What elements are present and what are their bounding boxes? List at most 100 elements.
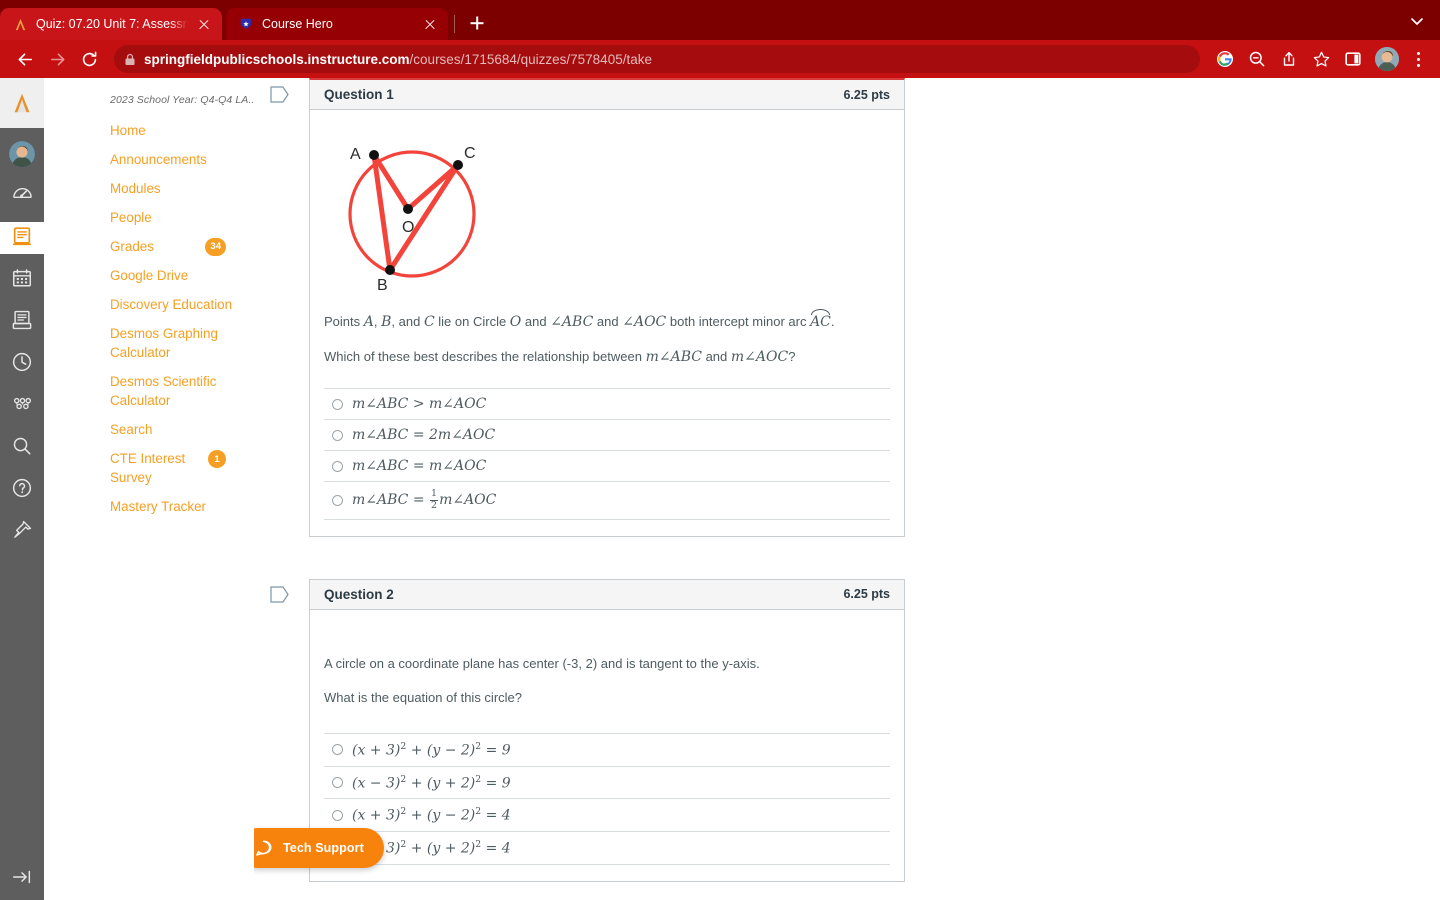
sidebar-item-label: Desmos Scientific Calculator	[110, 374, 217, 409]
rail-item-help[interactable]	[0, 474, 44, 506]
sidebar-item-people[interactable]: People	[44, 203, 254, 232]
avatar	[9, 141, 35, 167]
question-title: Question 2	[324, 586, 394, 602]
lock-icon	[124, 53, 136, 66]
tech-support-label: Tech Support	[283, 841, 364, 855]
question-1-answers: m∠ABC > m∠AOC m∠ABC = 2m∠AOC m∠ABC = m∠A…	[324, 388, 890, 520]
question-points: 6.25 pts	[843, 587, 890, 602]
sidebar-item-google-drive[interactable]: Google Drive	[44, 261, 254, 290]
sidebar-item-announcements[interactable]: Announcements	[44, 145, 254, 174]
sidebar-item-cte-interest-survey[interactable]: CTE Interest Survey 1	[44, 444, 254, 492]
rail-item-dashboard[interactable]	[0, 180, 44, 212]
sidebar-item-label: Grades	[110, 239, 154, 255]
kebab-menu-icon[interactable]	[1406, 44, 1430, 74]
rail-item-pinned[interactable]	[0, 516, 44, 548]
question-title: Question 1	[324, 87, 394, 102]
forward-icon[interactable]	[42, 44, 72, 74]
rail-collapse-button[interactable]	[0, 866, 44, 888]
sidebar-item-discovery-education[interactable]: Discovery Education	[44, 290, 254, 319]
radio-icon[interactable]	[332, 398, 343, 410]
sidebar-item-home[interactable]: Home	[44, 116, 254, 145]
sidebar-item-desmos-scientific-calculator[interactable]: Desmos Scientific Calculator	[44, 367, 254, 415]
status-badge: 1	[208, 450, 226, 469]
radio-icon[interactable]	[332, 495, 343, 506]
question-points: 6.25 pts	[843, 87, 890, 102]
rail-item-calendar[interactable]	[0, 264, 44, 296]
sidebar-item-search[interactable]: Search	[44, 415, 254, 444]
tech-support-button[interactable]: Tech Support	[254, 828, 384, 868]
close-icon[interactable]	[196, 16, 212, 32]
radio-icon[interactable]	[332, 809, 343, 821]
dashboard-gauge-icon	[11, 182, 34, 210]
answer-option[interactable]: m∠ABC = 1 2 m∠AOC	[324, 482, 890, 520]
sidebar-item-label: Modules	[110, 181, 161, 197]
reload-icon[interactable]	[74, 44, 104, 74]
question-2: Question 2 6.25 pts A circle on a coordi…	[270, 578, 905, 882]
url-path: /courses/1715684/quizzes/7578405/take	[409, 51, 652, 67]
course-navigation: 2023 School Year: Q4-Q4 LA... Home Annou…	[44, 78, 254, 900]
question-2-header: Question 2 6.25 pts	[310, 579, 904, 610]
question-2-body: A circle on a coordinate plane has cente…	[310, 610, 904, 881]
chevron-down-icon[interactable]	[1406, 10, 1428, 32]
sidebar-item-label: CTE Interest Survey	[110, 451, 186, 486]
bookmark-star-icon[interactable]	[1306, 44, 1336, 74]
sidebar-item-label: Search	[110, 422, 153, 438]
sidebar-item-desmos-graphing-calculator[interactable]: Desmos Graphing Calculator	[44, 319, 254, 367]
close-icon[interactable]	[422, 16, 438, 32]
browser-window: Quiz: 07.20 Unit 7: Assessment Course He…	[0, 0, 1440, 900]
browser-tab-course-hero[interactable]: Course Hero	[226, 8, 448, 40]
rail-item-courses[interactable]	[0, 222, 44, 254]
answer-text: (x − 3)2 + (y + 2)2 = 9	[352, 773, 511, 792]
flag-question-icon[interactable]	[270, 586, 290, 603]
toolbar-actions	[1210, 44, 1430, 74]
new-tab-button[interactable]	[463, 9, 491, 37]
back-icon[interactable]	[10, 44, 40, 74]
question-1-stem-line-2: Which of these best describes the relati…	[324, 348, 796, 365]
question-1-body: A C O B Points A, B, and C lie on Circle…	[310, 110, 904, 536]
chat-bubble-icon	[254, 838, 274, 859]
answer-option[interactable]: m∠ABC = m∠AOC	[324, 451, 890, 483]
rail-item-search[interactable]	[0, 432, 44, 464]
radio-icon[interactable]	[332, 429, 343, 441]
rail-item-canvas-logo[interactable]	[0, 78, 44, 128]
answer-option[interactable]: (x − 3)2 + (y + 2)2 = 9	[324, 767, 890, 800]
profile-avatar[interactable]	[1375, 47, 1399, 71]
course-name: 2023 School Year: Q4-Q4 LA...	[110, 94, 254, 106]
answer-option[interactable]: m∠ABC > m∠AOC	[324, 389, 890, 421]
sidebar-item-grades[interactable]: Grades 34	[44, 232, 254, 261]
answer-text: (x + 3)2 + (y − 2)2 = 4	[352, 806, 511, 824]
sidebar-item-mastery-tracker[interactable]: Mastery Tracker	[44, 492, 254, 521]
answer-option[interactable]: (x + 3)2 + (y − 2)2 = 9	[324, 734, 890, 767]
address-bar[interactable]: springfieldpublicschools.instructure.com…	[114, 45, 1200, 73]
status-badge: 34	[205, 238, 226, 257]
help-icon	[11, 477, 33, 504]
pin-icon	[11, 519, 33, 546]
answer-option[interactable]: (x − 3)2 + (y + 2)2 = 4	[324, 832, 890, 865]
sidebar-item-label: People	[110, 210, 152, 226]
svg-text:B: B	[377, 277, 388, 294]
answer-text: m∠ABC = 2m∠AOC	[352, 427, 496, 444]
browser-tab-quiz[interactable]: Quiz: 07.20 Unit 7: Assessment	[0, 8, 222, 40]
answer-option[interactable]: (x + 3)2 + (y − 2)2 = 4	[324, 799, 890, 832]
google-lens-icon[interactable]	[1210, 44, 1240, 74]
sidebar-item-label: Desmos Graphing Calculator	[110, 326, 218, 361]
rail-item-groups[interactable]	[0, 390, 44, 422]
radio-icon[interactable]	[332, 776, 343, 788]
question-1: Question 1 6.25 pts A C O B Points A, B,…	[270, 78, 905, 537]
flag-question-icon[interactable]	[270, 86, 290, 103]
sidebar-item-label: Discovery Education	[110, 297, 233, 313]
answer-option[interactable]: m∠ABC = 2m∠AOC	[324, 420, 890, 452]
rail-item-account[interactable]	[0, 138, 44, 170]
sidebar-item-label: Mastery Tracker	[110, 499, 206, 515]
radio-icon[interactable]	[332, 460, 343, 472]
side-panel-icon[interactable]	[1338, 44, 1368, 74]
tab-separator	[454, 15, 455, 33]
zoom-out-icon[interactable]	[1242, 44, 1272, 74]
rail-item-inbox[interactable]	[0, 306, 44, 338]
rail-item-history[interactable]	[0, 348, 44, 380]
sidebar-item-modules[interactable]: Modules	[44, 174, 254, 203]
course-hero-shield-icon	[238, 16, 254, 32]
radio-icon[interactable]	[332, 744, 343, 756]
svg-text:A: A	[350, 146, 361, 163]
share-icon[interactable]	[1274, 44, 1304, 74]
